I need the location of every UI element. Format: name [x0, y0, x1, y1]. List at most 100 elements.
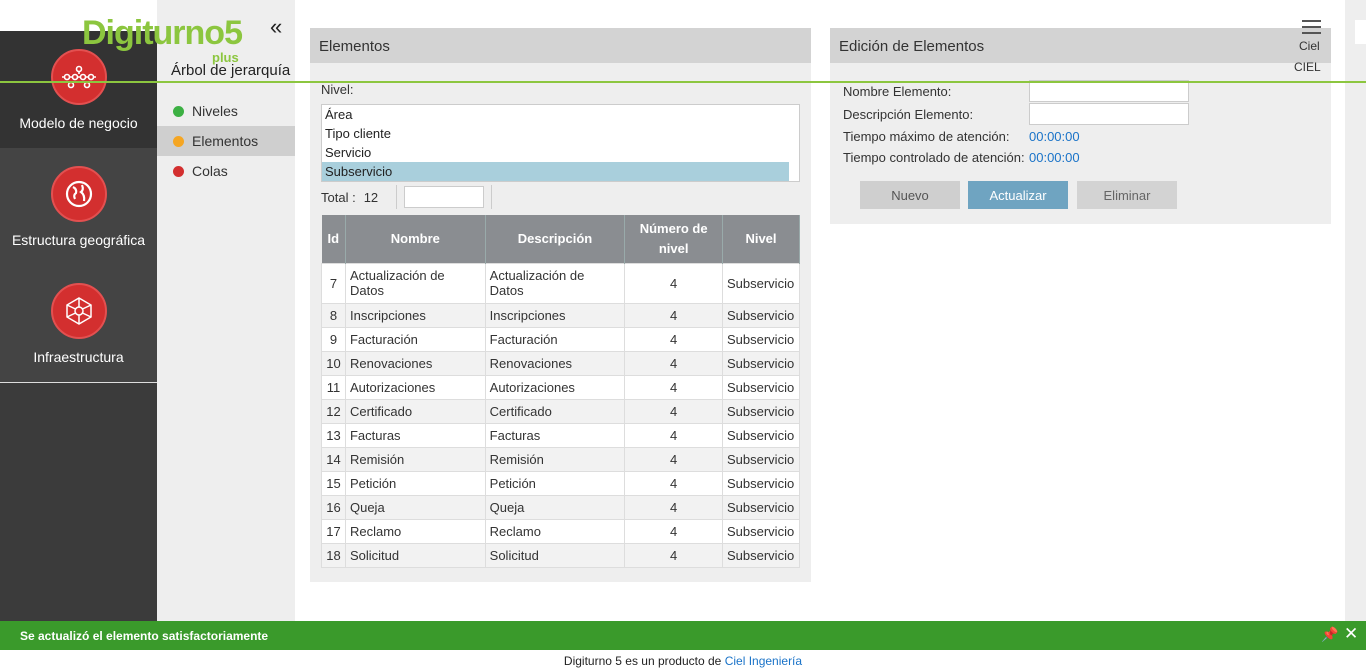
hamburger-menu-icon[interactable] — [1302, 20, 1321, 36]
table-cell: 4 — [624, 470, 723, 496]
table-cell: Reclamo — [484, 518, 626, 544]
total-label: Total : — [321, 189, 356, 205]
table-cell: 7 — [321, 262, 346, 304]
subnav-item-label: Elementos — [192, 133, 259, 149]
secondary-sidebar — [157, 0, 295, 621]
table-cell: Subservicio — [721, 542, 801, 568]
table-row[interactable]: 13 Facturas Facturas 4 Subservicio — [321, 422, 801, 448]
table-cell: 16 — [321, 494, 346, 520]
nivel-label: Nivel: — [321, 82, 354, 97]
table-cell: Reclamo — [344, 518, 486, 544]
table-cell: Remisión — [484, 446, 626, 472]
column-header[interactable]: Número de nivel — [624, 215, 723, 263]
table-row[interactable]: 17 Reclamo Reclamo 4 Subservicio — [321, 518, 801, 544]
user-name: CIEL — [1294, 60, 1321, 74]
table-row[interactable]: 12 Certificado Certificado 4 Subservicio — [321, 398, 801, 424]
sidebar-item-infraestructura[interactable]: Infraestructura — [0, 265, 157, 383]
total-row: Total : 12 — [321, 184, 493, 210]
globe-icon — [50, 166, 107, 222]
table-cell: Subservicio — [721, 470, 801, 496]
edicion-panel: Edición de Elementos Nombre Elemento: De… — [830, 28, 1331, 224]
main-sidebar: Modelo de negocio Estructura geográfica … — [0, 0, 157, 621]
table-cell: 9 — [321, 326, 346, 352]
table-row[interactable]: 8 Inscripciones Inscripciones 4 Subservicio — [321, 302, 801, 328]
column-header[interactable]: Nivel — [722, 215, 801, 263]
table-row[interactable]: 9 Facturación Facturación 4 Subservicio — [321, 326, 801, 352]
table-cell: 14 — [321, 446, 346, 472]
table-cell: Inscripciones — [484, 302, 626, 328]
nivel-listbox[interactable]: Área Tipo cliente Servicio Subservicio — [321, 104, 800, 182]
nivel-option[interactable]: Tipo cliente — [322, 124, 789, 143]
logo-wordmark: Digiturno5 — [82, 14, 243, 52]
subnav-item-niveles[interactable]: Niveles — [157, 96, 295, 126]
column-header[interactable]: Descripción — [485, 215, 626, 263]
table-cell: Subservicio — [721, 302, 801, 328]
elementos-table: Id Nombre Descripción Número de nivel Ni… — [321, 215, 801, 568]
table-cell: 4 — [624, 326, 723, 352]
table-cell: Subservicio — [721, 398, 801, 424]
table-cell: 8 — [321, 302, 346, 328]
descripcion-elemento-field[interactable] — [1029, 103, 1189, 125]
table-cell: Actualización de Datos — [344, 262, 486, 304]
panel-title: Elementos — [310, 28, 811, 63]
column-header[interactable]: Id — [321, 215, 346, 263]
tiempo-max-value[interactable]: 00:00:00 — [1029, 129, 1080, 144]
close-icon[interactable]: ✕ — [1344, 624, 1358, 644]
table-cell: Petición — [484, 470, 626, 496]
table-cell: Queja — [484, 494, 626, 520]
nombre-elemento-field[interactable] — [1029, 80, 1189, 102]
table-row[interactable]: 14 Remisión Remisión 4 Subservicio — [321, 446, 801, 472]
sidebar-item-estructura-geografica[interactable]: Estructura geográfica — [0, 148, 157, 265]
table-cell: Subservicio — [721, 518, 801, 544]
subnav-item-elementos[interactable]: Elementos — [157, 126, 295, 156]
sidebar-item-label: Infraestructura — [33, 349, 124, 365]
table-cell: 4 — [624, 518, 723, 544]
pin-icon[interactable]: 📌 — [1321, 626, 1338, 643]
footer-link[interactable]: Ciel Ingeniería — [725, 654, 802, 668]
footer-text: Digiturno 5 es un producto de — [563, 654, 725, 668]
nivel-option-selected[interactable]: Subservicio — [322, 162, 789, 181]
table-cell: Renovaciones — [344, 350, 486, 376]
table-row[interactable]: 11 Autorizaciones Autorizaciones 4 Subservic… — [321, 374, 801, 400]
table-cell: Facturación — [484, 326, 626, 352]
column-header[interactable]: Nombre — [345, 215, 486, 263]
filter-input[interactable] — [404, 186, 485, 208]
eliminar-button[interactable]: Eliminar — [1077, 181, 1177, 209]
table-row[interactable]: 18 Solicitud Solicitud 4 Subservicio — [321, 542, 801, 568]
table-cell: Petición — [344, 470, 486, 496]
field-label: Descripción Elemento: — [843, 106, 974, 122]
sidebar-item-label: Modelo de negocio — [19, 115, 138, 131]
table-cell: Actualización de Datos — [484, 262, 626, 304]
table-cell: 15 — [321, 470, 346, 496]
status-dot-icon — [173, 165, 184, 177]
field-label: Nombre Elemento: — [843, 83, 952, 99]
table-cell: 4 — [624, 542, 723, 568]
nivel-option[interactable]: Servicio — [322, 143, 789, 162]
table-row[interactable]: 10 Renovaciones Renovaciones 4 Subservicio — [321, 350, 801, 376]
footer: Digiturno 5 es un producto de Ciel Ingen… — [0, 650, 1366, 670]
table-cell: 4 — [624, 374, 723, 400]
app-logo: Digiturno5 plus — [82, 14, 272, 65]
collapse-sidebar-icon[interactable]: « — [270, 14, 282, 40]
total-value: 12 — [363, 189, 379, 205]
table-cell: Solicitud — [484, 542, 626, 568]
table-row[interactable]: 16 Queja Queja 4 Subservicio — [321, 494, 801, 520]
user-short-name[interactable]: Ciel — [1299, 39, 1320, 53]
table-cell: 10 — [321, 350, 346, 376]
table-cell: Queja — [344, 494, 486, 520]
table-cell: 18 — [321, 542, 346, 568]
actualizar-button[interactable]: Actualizar — [968, 181, 1068, 209]
field-label: Tiempo controlado de atención: — [843, 150, 1025, 165]
subnav-item-label: Colas — [192, 163, 228, 179]
subnav-item-colas[interactable]: Colas — [157, 156, 295, 186]
table-cell: 12 — [321, 398, 346, 424]
panel-title: Edición de Elementos — [830, 28, 1331, 63]
nivel-option[interactable]: Área — [322, 105, 789, 124]
tiempo-controlado-value[interactable]: 00:00:00 — [1029, 150, 1080, 165]
nuevo-button[interactable]: Nuevo — [860, 181, 960, 209]
table-cell: 13 — [321, 422, 346, 448]
scrollbar[interactable] — [1345, 0, 1366, 621]
table-row[interactable]: 15 Petición Petición 4 Subservicio — [321, 470, 801, 496]
table-row[interactable]: 7 Actualización de Datos Actualización de … — [321, 262, 801, 304]
table-cell: Subservicio — [721, 262, 801, 304]
